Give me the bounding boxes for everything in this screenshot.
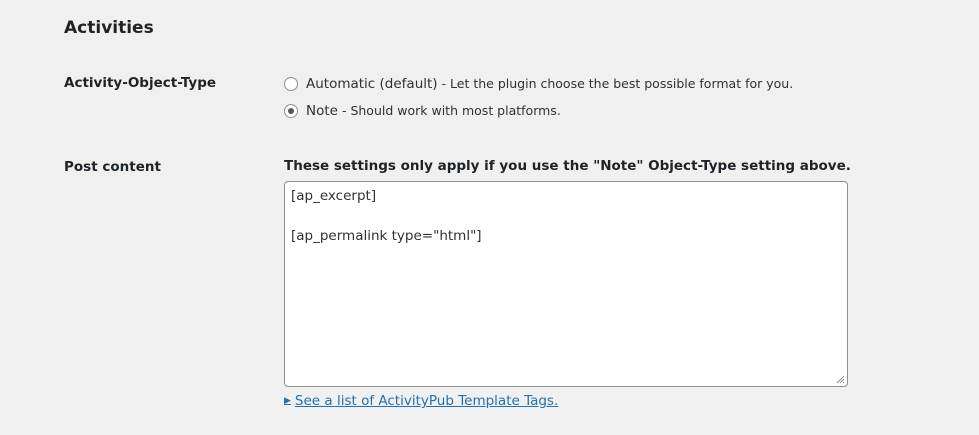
resize-grip-icon[interactable] [835, 374, 845, 384]
post-content-textarea-wrapper [284, 181, 848, 387]
post-content-help: These settings only apply if you use the… [284, 158, 851, 174]
radio-automatic-label[interactable]: Automatic (default) [306, 75, 438, 93]
radio-automatic-description: - Let the plugin choose the best possibl… [441, 76, 794, 91]
radio-note-label[interactable]: Note [306, 102, 338, 120]
disclosure-triangle-icon: ▶ [284, 396, 291, 406]
radio-option-note[interactable]: Note - Should work with most platforms. [284, 102, 561, 120]
radio-option-automatic[interactable]: Automatic (default) - Let the plugin cho… [284, 75, 793, 93]
template-tags-link-text[interactable]: See a list of ActivityPub Template Tags. [295, 392, 558, 410]
object-type-label: Activity-Object-Type [64, 75, 217, 91]
radio-automatic[interactable] [284, 77, 298, 91]
section-title: Activities [64, 18, 154, 38]
radio-note[interactable] [284, 104, 298, 118]
post-content-label: Post content [64, 159, 161, 175]
post-content-textarea[interactable] [285, 182, 847, 386]
template-tags-link[interactable]: ▶ See a list of ActivityPub Template Tag… [284, 392, 558, 410]
radio-note-description: - Should work with most platforms. [341, 103, 561, 118]
